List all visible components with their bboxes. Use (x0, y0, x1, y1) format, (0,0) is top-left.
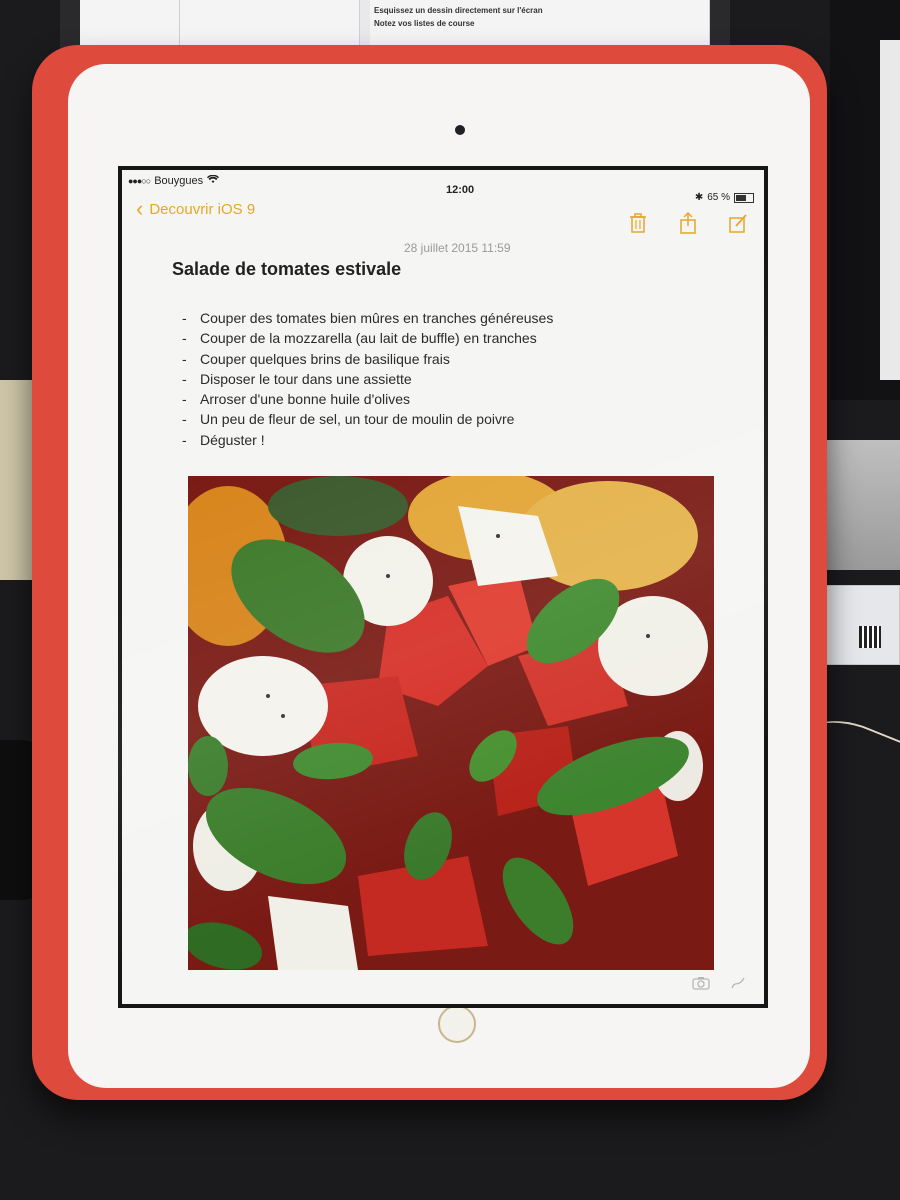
status-time: 12:00 (446, 184, 475, 196)
note-title[interactable]: Salade de tomates estivale (172, 259, 401, 280)
back-button-label: Decouvrir iOS 9 (149, 200, 256, 218)
background-right-monitor (830, 0, 900, 400)
note-list: - Couper des tomates bien mûres en tranch… (182, 308, 553, 450)
ipad-screen: ●●●○○ Bouygues 12:00 ✱ 65 % ‹ Decouvrir … (118, 166, 768, 1008)
list-item[interactable]: - Un peu de fleur de sel, un tour de moul… (182, 409, 553, 429)
carrier-name: Bouygues (154, 175, 204, 187)
trash-icon[interactable] (628, 212, 648, 234)
compose-icon[interactable] (728, 212, 748, 234)
background-right-monitor-screen (880, 40, 900, 380)
home-button[interactable] (438, 1005, 476, 1043)
list-item[interactable]: - Couper quelques brins de basilique frai… (182, 349, 553, 369)
status-right: ✱ 65 % (695, 192, 754, 203)
bottom-toolbar (692, 976, 746, 993)
share-icon[interactable] (678, 212, 698, 234)
front-camera-icon (455, 125, 465, 135)
back-button[interactable]: ‹ Decouvrir iOS 9 (136, 196, 256, 221)
status-bar: ●●●○○ Bouygues 12:00 ✱ 65 % (122, 170, 764, 203)
background-monitor-line: Notez vos listes de course (374, 19, 475, 28)
sketch-icon[interactable] (730, 976, 746, 993)
wifi-icon (207, 174, 220, 187)
signal-strength-icon: ●●●○○ (128, 176, 151, 186)
list-item[interactable]: - Couper de la mozzarella (au lait de buf… (182, 328, 553, 348)
note-date: 28 juillet 2015 11:59 (404, 241, 511, 255)
background-monitor-line: Esquissez un dessin directement sur l'éc… (374, 6, 543, 15)
salad-photo-illustration (188, 476, 714, 970)
list-item[interactable]: - Déguster ! (182, 430, 553, 450)
status-left: ●●●○○ Bouygues (128, 174, 220, 187)
list-item[interactable]: - Arroser d'une bonne huile d'olives (182, 389, 553, 409)
note-toolbar (628, 212, 748, 234)
qr-code-icon (859, 626, 881, 648)
list-item[interactable]: - Couper des tomates bien mûres en tranch… (182, 308, 553, 328)
camera-icon[interactable] (692, 976, 710, 993)
battery-icon (734, 192, 754, 203)
battery-percent: 65 % (707, 192, 730, 203)
salad-photo[interactable] (188, 476, 714, 970)
chevron-left-icon: ‹ (136, 196, 144, 221)
list-item[interactable]: - Disposer le tour dans une assiette (182, 369, 553, 389)
bluetooth-icon: ✱ (694, 192, 704, 203)
